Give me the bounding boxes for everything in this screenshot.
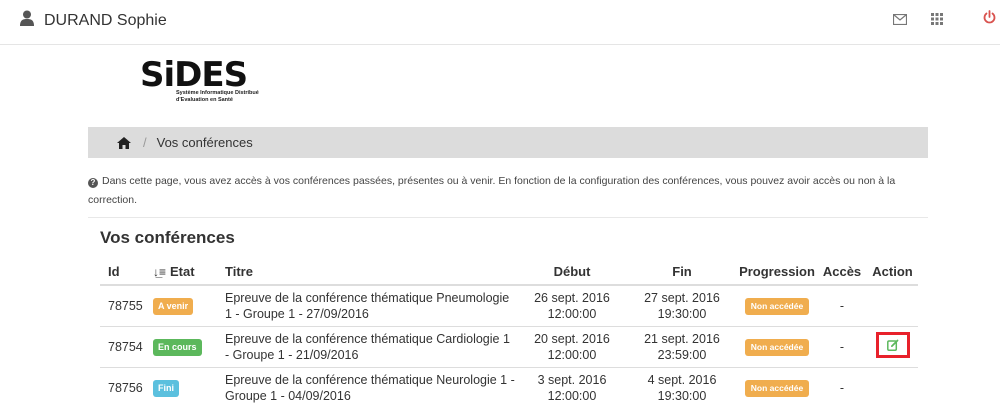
col-header-id[interactable]: Id — [100, 258, 145, 286]
cell-progression: Non accédée — [737, 284, 817, 327]
cell-fin: 27 sept. 2016 19:30:00 — [627, 284, 737, 327]
logo-subtitle-line2: d'Evaluation en Santé — [176, 97, 233, 103]
fin-date: 21 sept. 2016 — [644, 332, 720, 346]
debut-date: 20 sept. 2016 — [534, 332, 610, 346]
col-header-fin[interactable]: Fin — [627, 258, 737, 286]
progression-badge: Non accédée — [744, 339, 810, 356]
mail-icon[interactable] — [892, 12, 908, 30]
divider — [88, 217, 928, 218]
cell-etat: A venir — [145, 284, 217, 327]
cell-id: 78754 — [100, 326, 145, 368]
cell-debut: 20 sept. 2016 12:00:00 — [517, 326, 627, 368]
cell-fin: 4 sept. 2016 19:30:00 — [627, 367, 737, 408]
cell-id: 78756 — [100, 367, 145, 408]
progression-badge: Non accédée — [744, 380, 810, 397]
breadcrumb-current: Vos conférences — [156, 135, 253, 150]
user-menu[interactable]: DURAND Sophie — [20, 10, 167, 31]
col-header-acces[interactable]: Accès — [817, 258, 867, 286]
cell-progression: Non accédée — [737, 326, 817, 368]
fin-time: 19:30:00 — [657, 307, 707, 321]
cell-debut: 26 sept. 2016 12:00:00 — [517, 284, 627, 327]
fin-time: 23:59:00 — [657, 348, 707, 362]
cell-action — [867, 367, 918, 408]
status-badge: A venir — [153, 298, 194, 315]
fin-date: 4 sept. 2016 — [647, 373, 717, 387]
col-header-titre[interactable]: Titre — [217, 258, 517, 286]
table-row: 78755 A venir Epreuve de la conférence t… — [100, 284, 918, 327]
section-title: Vos conférences — [100, 228, 235, 247]
home-icon[interactable] — [117, 136, 131, 149]
logo-text: SiDES — [140, 55, 248, 95]
status-badge: Fini — [153, 380, 179, 397]
breadcrumb-separator: / — [143, 135, 147, 150]
sort-amount-icon: ↓̲≡ — [153, 264, 167, 279]
access-conference-button[interactable] — [875, 332, 910, 358]
col-header-etat[interactable]: ↓̲≡ Etat — [145, 258, 217, 286]
debut-time: 12:00:00 — [547, 389, 597, 403]
cell-titre: Epreuve de la conférence thématique Pneu… — [217, 284, 517, 327]
debut-date: 3 sept. 2016 — [537, 373, 607, 387]
table-row: 78754 En cours Epreuve de la conférence … — [100, 326, 918, 368]
cell-id: 78755 — [100, 284, 145, 327]
user-icon — [20, 10, 34, 31]
progression-badge: Non accédée — [744, 298, 810, 315]
debut-time: 12:00:00 — [547, 307, 597, 321]
cell-titre: Epreuve de la conférence thématique Card… — [217, 326, 517, 368]
user-name: DURAND Sophie — [44, 11, 167, 29]
logo-subtitle-line1: Système Informatique Distribué — [176, 90, 259, 96]
edit-icon — [886, 339, 898, 351]
cell-action — [867, 326, 918, 368]
info-text-block: ? Dans cette page, vous avez accès à vos … — [88, 172, 918, 210]
table-header-row: Id ↓̲≡ Etat Titre Début Fin Progression A… — [100, 258, 918, 286]
info-text: Dans cette page, vous avez accès à vos c… — [88, 175, 896, 206]
fin-time: 19:30:00 — [657, 389, 707, 403]
breadcrumb: / Vos conférences — [88, 127, 928, 158]
debut-time: 12:00:00 — [547, 348, 597, 362]
fin-date: 27 sept. 2016 — [644, 291, 720, 305]
table-row: 78756 Fini Epreuve de la conférence thém… — [100, 367, 918, 408]
power-icon[interactable] — [983, 10, 996, 29]
cell-titre: Epreuve de la conférence thématique Neur… — [217, 367, 517, 408]
apps-grid-icon[interactable] — [931, 12, 943, 30]
cell-debut: 3 sept. 2016 12:00:00 — [517, 367, 627, 408]
col-header-etat-label: Etat — [170, 263, 195, 279]
cell-progression: Non accédée — [737, 367, 817, 408]
conferences-table: Id ↓̲≡ Etat Titre Début Fin Progression A… — [100, 258, 918, 408]
status-badge: En cours — [153, 339, 202, 356]
cell-action — [867, 284, 918, 327]
cell-etat: En cours — [145, 326, 217, 368]
cell-etat: Fini — [145, 367, 217, 408]
help-circle-icon: ? — [88, 178, 98, 188]
col-header-debut[interactable]: Début — [517, 258, 627, 286]
sides-logo[interactable]: SiDES Système Informatique Distribué d'E… — [140, 55, 259, 104]
cell-fin: 21 sept. 2016 23:59:00 — [627, 326, 737, 368]
col-header-action: Action — [867, 258, 918, 286]
cell-acces: - — [817, 284, 867, 327]
cell-acces: - — [817, 367, 867, 408]
col-header-progression[interactable]: Progression — [737, 258, 817, 286]
debut-date: 26 sept. 2016 — [534, 291, 610, 305]
top-bar: DURAND Sophie — [0, 0, 1000, 45]
cell-acces: - — [817, 326, 867, 368]
